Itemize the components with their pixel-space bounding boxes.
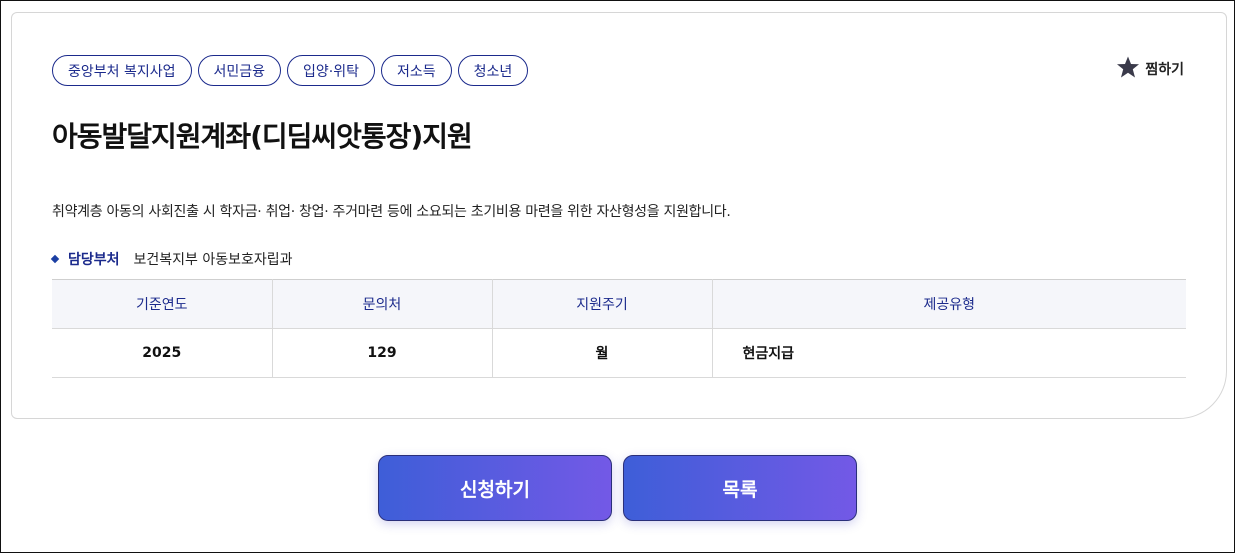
bookmark-button[interactable]: 찜하기 bbox=[1116, 55, 1184, 83]
tag-low-income[interactable]: 저소득 bbox=[381, 55, 452, 86]
header-base-year: 기준연도 bbox=[52, 279, 272, 329]
bookmark-label: 찜하기 bbox=[1145, 62, 1184, 78]
department-label: 담당부처 bbox=[68, 252, 120, 268]
service-info-table: 기준연도 문의처 지원주기 제공유형 2025 129 월 현금지급 bbox=[52, 279, 1186, 378]
header-contact: 문의처 bbox=[271, 279, 492, 329]
tag-youth[interactable]: 청소년 bbox=[457, 55, 529, 86]
list-button[interactable]: 목록 bbox=[623, 455, 857, 521]
apply-button[interactable]: 신청하기 bbox=[378, 455, 612, 521]
table-row: 2025 129 월 현금지급 bbox=[52, 328, 1186, 378]
cell-provision-type: 현금지급 bbox=[711, 328, 1186, 378]
header-provision-type: 제공유형 bbox=[711, 279, 1186, 329]
page-title: 아동발달지원계좌(디딤씨앗통장)지원 bbox=[52, 120, 473, 153]
star-icon bbox=[1116, 55, 1140, 83]
department-info: 담당부처 보건복지부 아동보호자립과 bbox=[50, 249, 293, 269]
tag-microfinance[interactable]: 서민금융 bbox=[197, 55, 282, 86]
cell-base-year: 2025 bbox=[52, 328, 272, 378]
cell-contact: 129 bbox=[271, 328, 492, 378]
service-detail-card: 중앙부처 복지사업 서민금융 입양·위탁 저소득 청소년 찜하기 아동발달지원계… bbox=[11, 12, 1227, 419]
cell-support-cycle: 월 bbox=[491, 328, 712, 378]
diamond-bullet-icon bbox=[50, 254, 60, 264]
header-support-cycle: 지원주기 bbox=[491, 279, 712, 329]
department-value: 보건복지부 아동보호자립과 bbox=[133, 252, 293, 268]
tag-central-welfare[interactable]: 중앙부처 복지사업 bbox=[52, 55, 192, 86]
category-tags: 중앙부처 복지사업 서민금융 입양·위탁 저소득 청소년 bbox=[52, 55, 529, 86]
service-description: 취약계층 아동의 사회진출 시 학자금· 취업· 창업· 주거마련 등에 소요되… bbox=[52, 204, 731, 220]
tag-adoption-foster[interactable]: 입양·위탁 bbox=[287, 55, 376, 86]
table-header-row: 기준연도 문의처 지원주기 제공유형 bbox=[52, 279, 1186, 329]
